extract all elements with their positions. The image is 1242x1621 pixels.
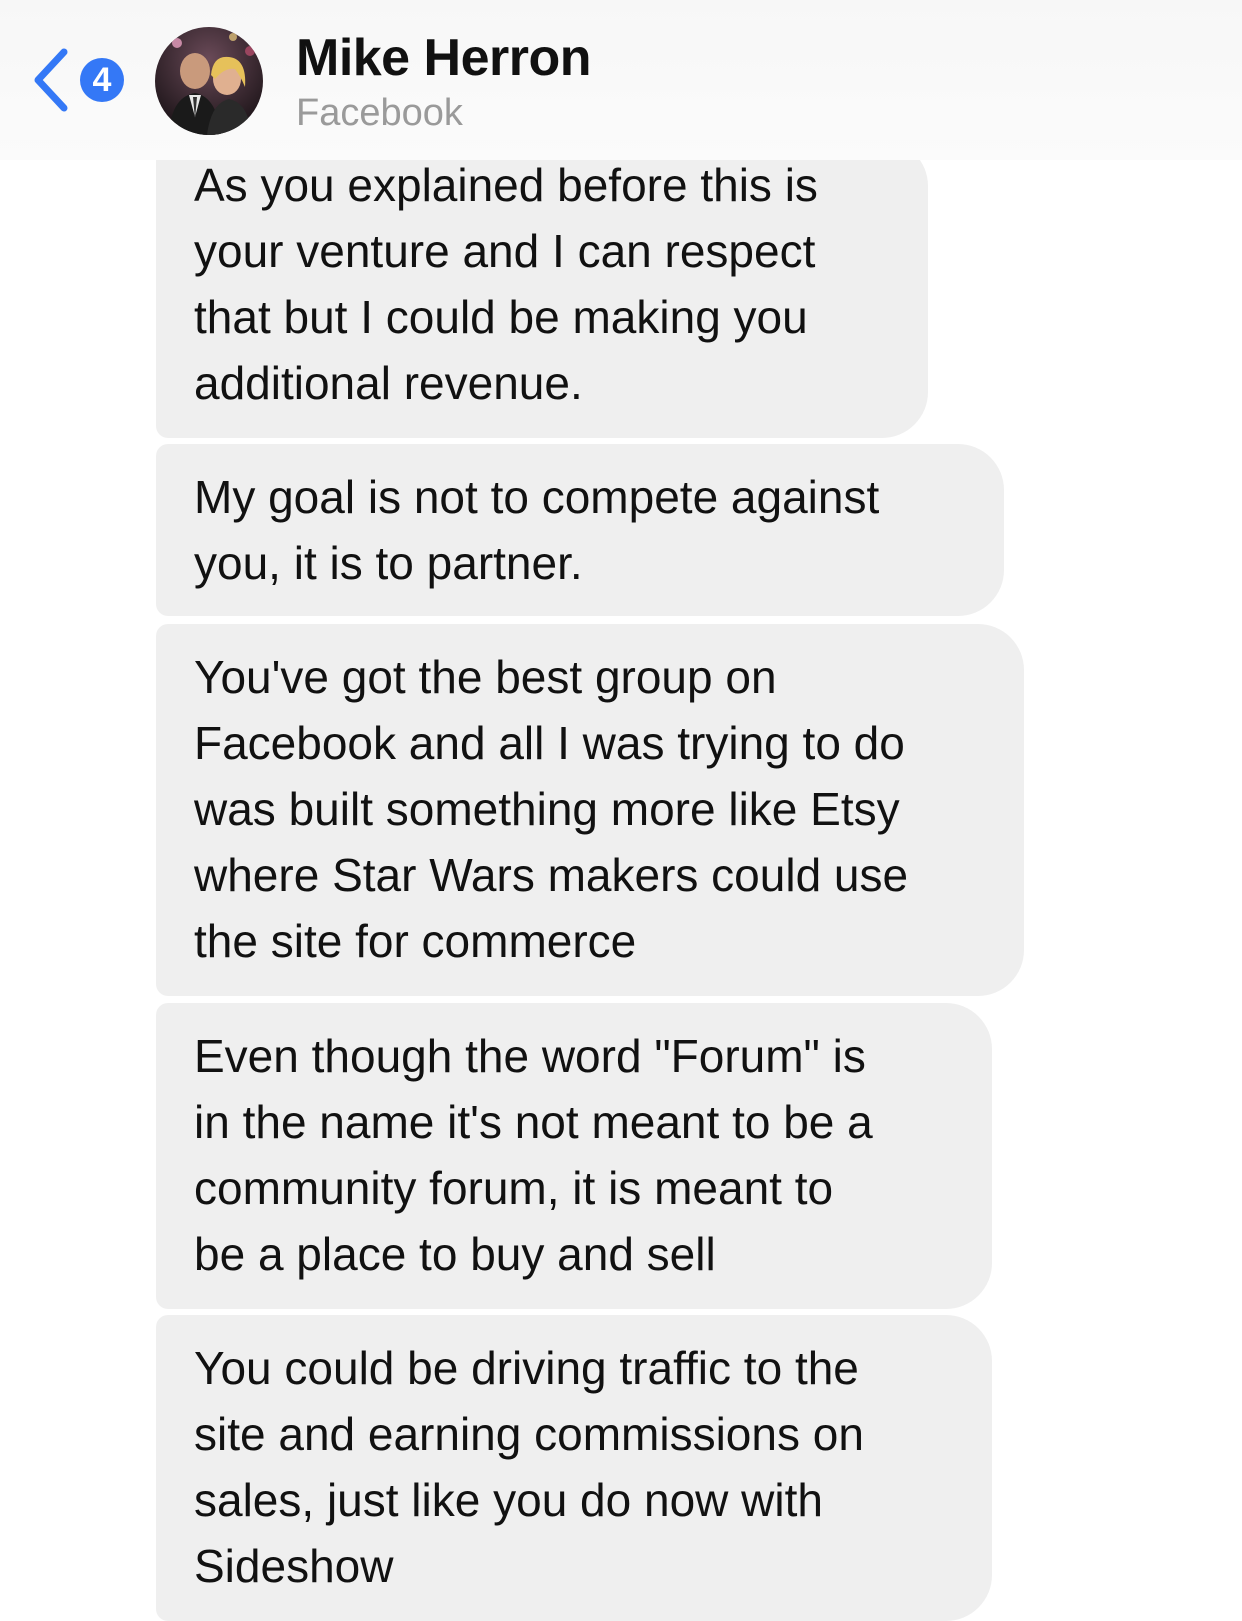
message-bubble: Even though the word "Forum" is in the n… bbox=[156, 1003, 992, 1309]
message-bubble: You've got the best group on Facebook an… bbox=[156, 624, 1024, 996]
chevron-left-icon bbox=[34, 48, 68, 112]
contact-platform-label: Facebook bbox=[296, 92, 463, 134]
message-bubble: As you explained before this is your ven… bbox=[156, 140, 928, 438]
avatar[interactable] bbox=[155, 27, 263, 135]
back-button[interactable]: 4 bbox=[24, 40, 134, 120]
message-bubble: My goal is not to compete against you, i… bbox=[156, 444, 1004, 616]
unread-count-badge: 4 bbox=[80, 58, 124, 102]
message-bubble: You could be driving traffic to the site… bbox=[156, 1315, 992, 1621]
message-thread: As you explained before this is your ven… bbox=[0, 0, 1242, 1621]
avatar-image bbox=[155, 27, 263, 135]
conversation-header: 4 Mike Herron Facebook bbox=[0, 0, 1242, 160]
contact-name[interactable]: Mike Herron bbox=[296, 28, 592, 88]
